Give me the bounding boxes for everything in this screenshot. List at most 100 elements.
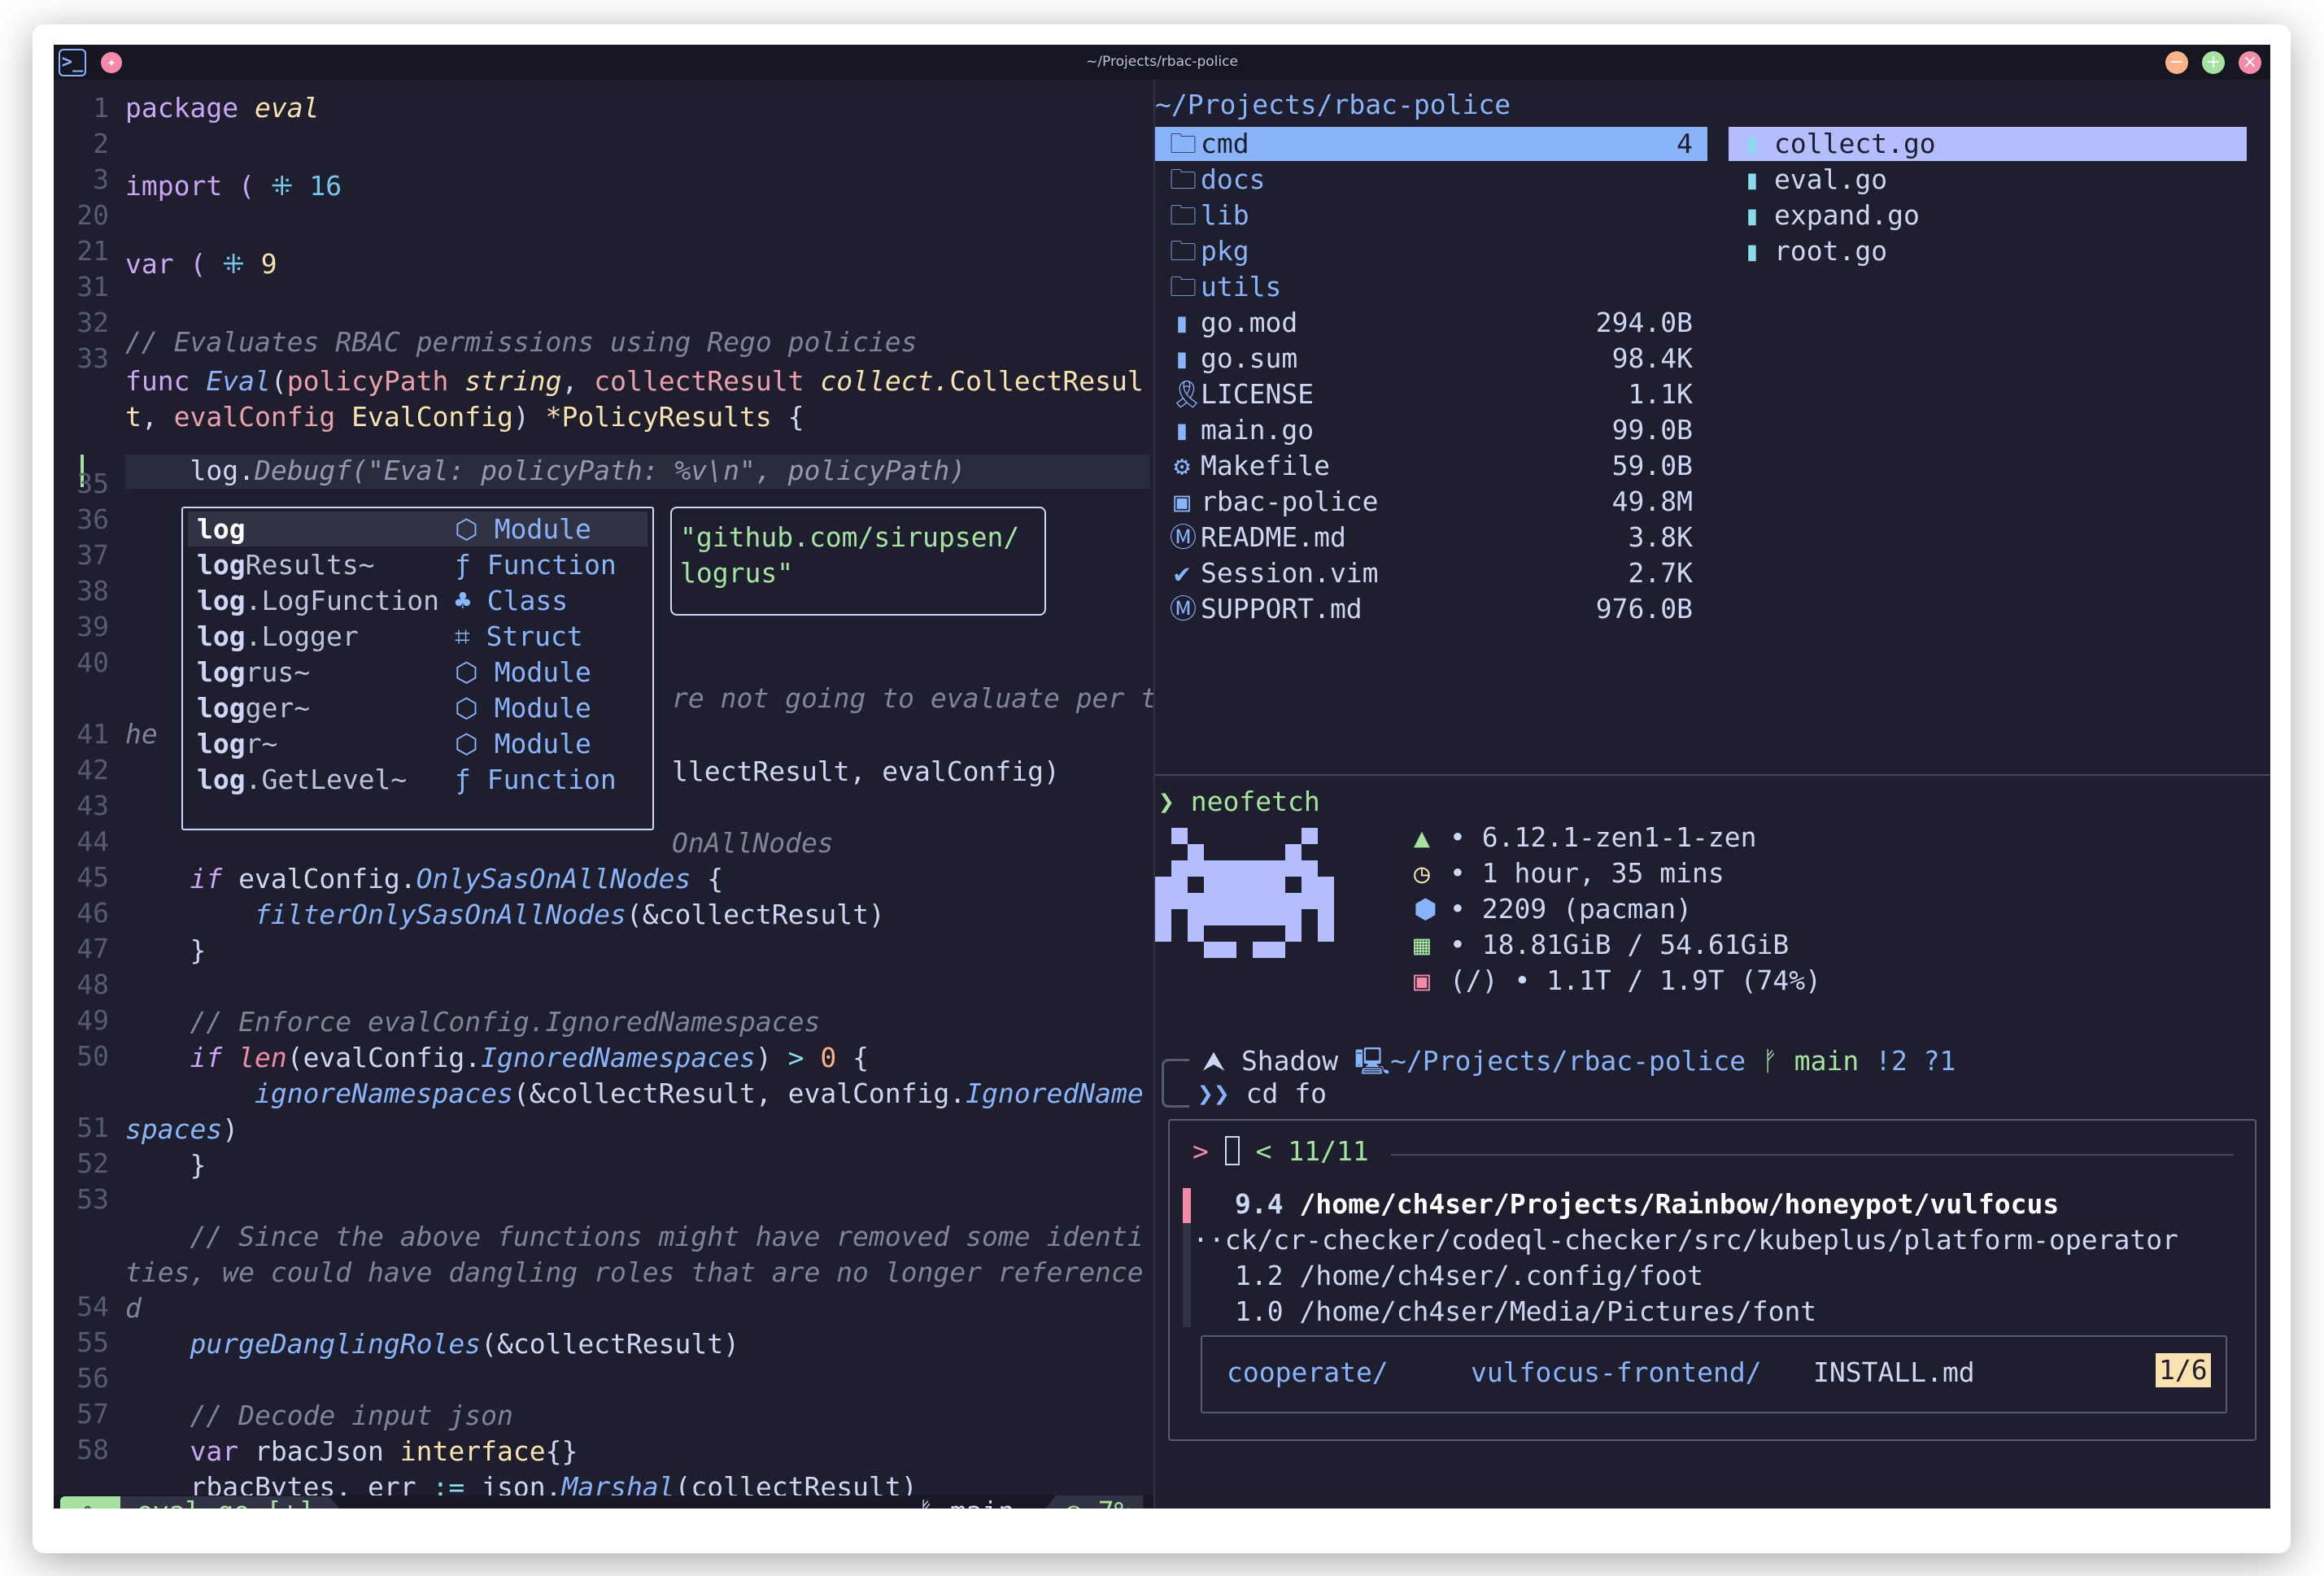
code-line[interactable]: purgeDanglingRoles(&collectResult) — [125, 1328, 739, 1360]
prompt-directory: ~/Projects/rbac-police — [1390, 1045, 1746, 1077]
status-progress: ◉ 7% — [1043, 1495, 1144, 1509]
code-line-current[interactable]: log.Debugf("Eval: policyPath: %v\n", pol… — [125, 455, 966, 486]
preview-file-entry[interactable]: ▮ expand.go — [1729, 198, 2247, 233]
completion-item[interactable]: logger~ ⬡ Module — [188, 690, 647, 725]
fold-icon[interactable]: ⁜ — [222, 248, 245, 280]
branch-name: main — [950, 1495, 1014, 1509]
file-entry[interactable]: 🎗 LICENSE 1.1K — [1155, 377, 1707, 411]
shell-input-line[interactable]: ❯❯ cd fo — [1197, 1078, 1327, 1109]
package-name: eval — [254, 92, 320, 124]
file-icon: ▣ — [1174, 485, 1190, 517]
entry-size: 976.0B — [1595, 593, 1693, 625]
code-comment-wrap[interactable]: he — [125, 718, 158, 750]
param: evalConfig — [173, 401, 336, 433]
completion-item[interactable]: logrus~ ⬡ Module — [188, 655, 647, 690]
line-number: 40 — [76, 647, 109, 678]
code-line[interactable]: ignoreNamespaces(&collectResult, evalCon… — [125, 1078, 1144, 1109]
completion-item[interactable]: log.LogFunction ♣ Class — [188, 583, 647, 618]
code-line[interactable]: } — [125, 1149, 206, 1181]
fold-icon[interactable]: ⁜ — [271, 170, 294, 202]
doc-line: "github.com/sirupsen/ — [680, 521, 1020, 553]
file-icon: ▮ — [1174, 342, 1190, 374]
fzf-query-line[interactable]: > < 11/11 — [1193, 1135, 1369, 1167]
kind-icon: ⬡ — [455, 513, 478, 545]
shell-pane[interactable]: ❯ neofetch ▲ • 6.12.1-zen1-1-zen ◷ • 1 hour… — [1155, 776, 2270, 1509]
disk-icon: ▣ — [1414, 964, 1430, 996]
code-editor-pane[interactable]: 1 2 3 20 21 31 32 33 35 36 37 38 39 40 41 42 43 44 45 46 47 4… — [54, 81, 1157, 1509]
code-line[interactable]: filterOnlySasOnAllNodes(&collectResult) — [125, 899, 885, 930]
completion-menu[interactable]: log ⬡ Module logResults~ ƒ Function log.LogF… — [181, 507, 654, 830]
preview-file-entry[interactable]: ▮ root.go — [1729, 234, 2247, 268]
code-comment-wrap[interactable]: d — [125, 1292, 142, 1324]
directory-entry[interactable]: 🗀 lib — [1155, 198, 1707, 233]
close-button[interactable]: × — [2239, 51, 2261, 74]
line-number: 50 — [76, 1040, 109, 1072]
code-line-wrap[interactable]: t, evalConfig EvalConfig) *PolicyResults… — [125, 401, 804, 433]
code-line[interactable]: import ( ⁜ 16 — [125, 170, 342, 202]
file-entry[interactable]: ▮ go.sum 98.4K — [1155, 342, 1707, 376]
fzf-result[interactable]: 1.2 /home/ch4ser/.config/foot — [1235, 1260, 1703, 1291]
code-line[interactable]: func Eval(policyPath string, collectResu… — [125, 365, 1144, 397]
preview-file-entry[interactable]: ▮ collect.go — [1729, 127, 2247, 161]
entry-name: go.mod — [1201, 307, 1298, 338]
maximize-button[interactable]: + — [2202, 51, 2225, 74]
completion-item[interactable]: log.GetLevel~ ƒ Function — [188, 762, 647, 797]
file-entry[interactable]: Ⓜ SUPPORT.md 976.0B — [1155, 592, 1707, 626]
completion-item[interactable]: log.Logger ⌗ Struct — [188, 619, 647, 654]
line-number: 33 — [76, 342, 109, 374]
file-manager-pane[interactable]: ~/Projects/rbac-police 🗀 cmd 4 🗀 docs 🗀 lib 🗀 pk… — [1155, 81, 2270, 772]
file-entry[interactable]: ✔ Session.vim 2.7K — [1155, 556, 1707, 590]
directory-entry[interactable]: 🗀 docs — [1155, 163, 1707, 197]
preview-file-entry[interactable]: ▮ eval.go — [1729, 163, 2247, 197]
completion-item[interactable]: log ⬡ Module — [188, 512, 647, 546]
completion-item[interactable]: logr~ ⬡ Module — [188, 726, 647, 761]
code-comment: re not going to evaluate per t — [672, 682, 1158, 714]
minimize-button[interactable]: − — [2165, 51, 2188, 74]
file-entry[interactable]: ▮ main.go 99.0B — [1155, 413, 1707, 447]
completion-kind: ƒ Function — [455, 549, 617, 581]
monitor-icon: 🖳 — [1354, 1045, 1391, 1077]
completion-label: logrus~ — [197, 656, 311, 688]
fzf-result[interactable]: 9.4 /home/ch4ser/Projects/Rainbow/honeyp… — [1235, 1188, 2059, 1220]
field: IgnoredName — [966, 1078, 1144, 1109]
status-line: ✎ eval.go [+] ᚠ main ◉ 7% — [54, 1495, 1153, 1509]
code-line[interactable]: var ( ⁜ 9 — [125, 248, 277, 280]
directory-entry[interactable]: 🗀 pkg — [1155, 234, 1707, 268]
code-comment[interactable]: // Enforce evalConfig.IgnoredNamespaces — [125, 1006, 820, 1038]
code-line-partial[interactable]: OnAllNodes — [672, 827, 834, 859]
entry-name: docs — [1201, 163, 1266, 195]
fzf-picker[interactable]: > < 11/11 9.4 /home/ch4ser/Projects/Rain… — [1168, 1119, 2256, 1441]
file-entry[interactable]: Ⓜ README.md 3.8K — [1155, 520, 1707, 555]
code-line-partial[interactable]: re not going to evaluate per t — [672, 682, 1157, 714]
file-entry[interactable]: ▣ rbac-police 49.8M — [1155, 485, 1707, 519]
param: collectResult — [594, 365, 804, 397]
keyword: var ( — [125, 248, 223, 280]
file-entry[interactable]: ▮ go.mod 294.0B — [1155, 306, 1707, 340]
code-comment[interactable]: // Evaluates RBAC permissions using Rego… — [125, 326, 918, 358]
code-line[interactable]: var rbacJson interface{} — [125, 1435, 578, 1467]
code-line-partial[interactable]: llectResult, evalConfig) — [672, 755, 1060, 787]
line-number: 44 — [76, 825, 109, 857]
code-line[interactable]: if evalConfig.OnlySasOnAllNodes { — [125, 863, 723, 895]
progress-percent: 7% — [1098, 1495, 1131, 1509]
code-comment[interactable]: // Since the above functions might have … — [125, 1221, 1143, 1252]
code-line[interactable]: package eval — [125, 92, 319, 124]
directory-entry[interactable]: 🗀 utils — [1155, 270, 1707, 304]
directory-entry[interactable]: 🗀 cmd 4 — [1155, 127, 1707, 161]
line-number: 49 — [76, 1004, 109, 1036]
code-comment-wrap[interactable]: ties, we could have dangling roles that … — [125, 1256, 1144, 1288]
prompt-symbol: ❯❯ — [1197, 1078, 1230, 1109]
fzf-result[interactable]: 1.0 /home/ch4ser/Media/Pictures/font — [1235, 1295, 1816, 1327]
code-line[interactable]: if len(evalConfig.IgnoredNamespaces) > 0… — [125, 1042, 869, 1073]
keyword: func — [125, 365, 207, 397]
fzf-result[interactable]: ··ck/cr-checker/codeql-checker/src/kubep… — [1193, 1224, 2178, 1256]
text-cursor — [1224, 1136, 1240, 1165]
completion-label: logResults~ — [197, 549, 375, 581]
function-call: filterOnlySasOnAllNodes — [254, 899, 626, 930]
code-line-wrap[interactable]: spaces) — [125, 1113, 238, 1145]
window-title: ~/Projects/rbac-police — [1086, 54, 1238, 70]
code-line[interactable]: } — [125, 934, 206, 966]
completion-item[interactable]: logResults~ ƒ Function — [188, 547, 647, 582]
code-comment[interactable]: // Decode input json — [125, 1400, 512, 1431]
file-entry[interactable]: ⚙ Makefile 59.0B — [1155, 449, 1707, 483]
